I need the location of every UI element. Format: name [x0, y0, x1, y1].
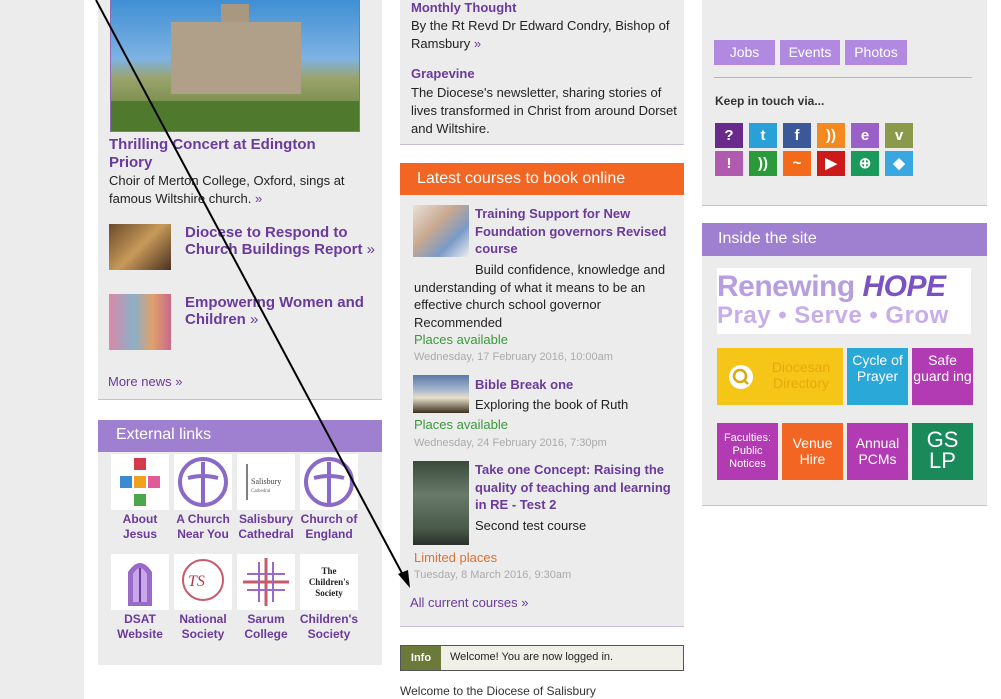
annotation-arrow — [95, 0, 410, 588]
